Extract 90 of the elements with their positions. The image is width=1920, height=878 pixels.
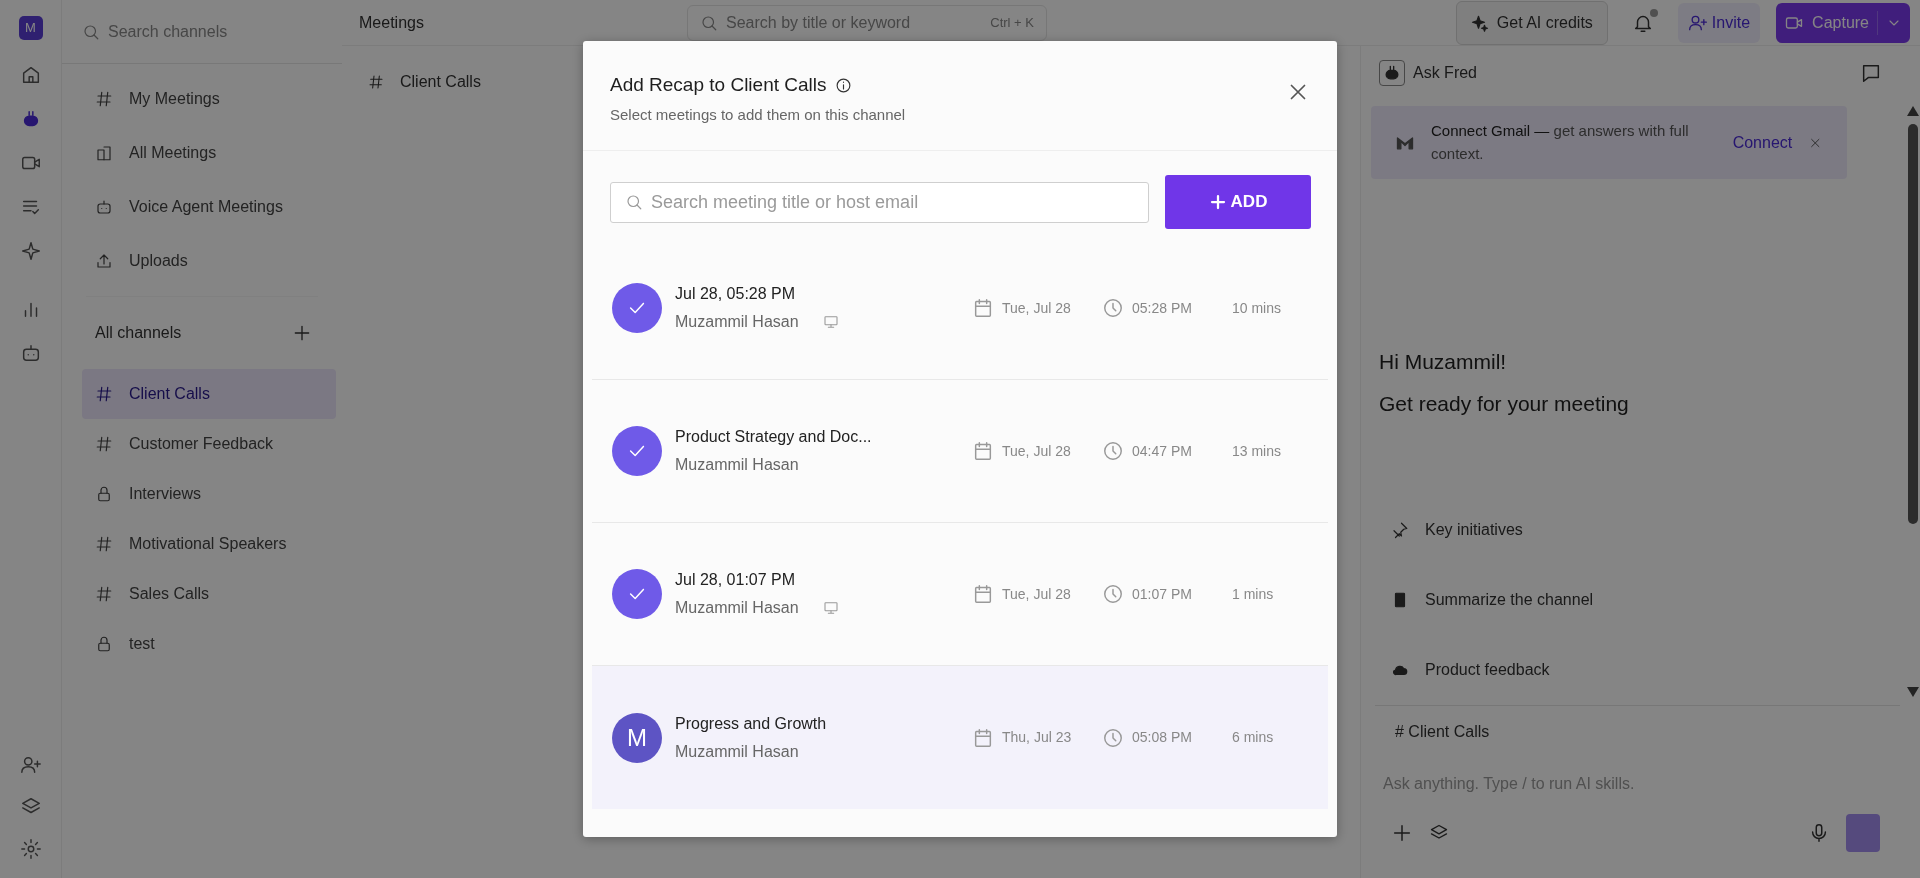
meeting-host: Muzammil Hasan bbox=[675, 455, 799, 475]
lock-icon bbox=[95, 485, 113, 503]
nav-item[interactable]: Voice Agent Meetings bbox=[62, 180, 342, 234]
add-icon[interactable] bbox=[1391, 822, 1413, 844]
bot-avatar-icon bbox=[1379, 60, 1405, 86]
channel-item[interactable]: Motivational Speakers bbox=[82, 519, 336, 569]
suggestion-item[interactable]: Key initiatives bbox=[1361, 495, 1907, 565]
add-icon[interactable] bbox=[292, 323, 312, 343]
meeting-duration: 13 mins bbox=[1232, 441, 1282, 461]
settings-icon[interactable] bbox=[19, 837, 42, 860]
search-icon bbox=[625, 193, 643, 211]
meeting-time: 01:07 PM bbox=[1132, 584, 1192, 604]
clock-icon bbox=[1102, 726, 1124, 749]
meeting-date: Tue, Jul 28 bbox=[1002, 584, 1071, 604]
hash-icon bbox=[95, 435, 113, 453]
meeting-date: Tue, Jul 28 bbox=[1002, 441, 1071, 461]
meeting-duration: 6 mins bbox=[1232, 728, 1274, 747]
clock-icon bbox=[1102, 297, 1124, 319]
hash-icon bbox=[95, 385, 113, 403]
scrollbar-thumb[interactable] bbox=[1908, 124, 1919, 524]
hash-icon bbox=[95, 585, 113, 603]
search-icon bbox=[82, 22, 100, 41]
upload-icon bbox=[95, 252, 113, 270]
nav-item[interactable]: Uploads bbox=[62, 234, 342, 288]
robot-icon bbox=[95, 198, 113, 216]
meeting-title: Progress and Growth bbox=[675, 713, 828, 734]
host-avatar[interactable]: M bbox=[612, 712, 662, 763]
chat-icon[interactable] bbox=[1860, 62, 1882, 84]
meeting-title: Jul 28, 01:07 PM bbox=[675, 570, 797, 590]
invite-button[interactable]: Invite bbox=[1677, 2, 1761, 43]
meeting-date: Thu, Jul 23 bbox=[1002, 728, 1072, 747]
meeting-title: Product Strategy and Doc... bbox=[675, 427, 873, 447]
clock-icon bbox=[1102, 440, 1124, 462]
meeting-search-field[interactable]: Search meeting title or host email bbox=[610, 181, 1149, 223]
meeting-host: Muzammil Hasan bbox=[675, 312, 799, 332]
channel-item[interactable]: Client Calls bbox=[82, 369, 336, 419]
scroll-down-icon[interactable] bbox=[1907, 687, 1920, 697]
suggestion-item[interactable]: Product feedback bbox=[1361, 635, 1907, 705]
banner-text: Connect Gmail — get answers with full context. bbox=[1431, 121, 1690, 164]
calendar-icon bbox=[972, 297, 994, 319]
channel-item[interactable]: Interviews bbox=[82, 469, 336, 519]
meeting-duration: 10 mins bbox=[1232, 298, 1282, 318]
hash-icon bbox=[95, 535, 113, 553]
add-button[interactable]: ADD bbox=[1165, 175, 1311, 229]
channel-item[interactable]: Sales Calls bbox=[82, 569, 336, 619]
greeting: Hi Muzammil! bbox=[1379, 349, 1508, 375]
meeting-title: Jul 28, 05:28 PM bbox=[675, 284, 797, 304]
checked-checkbox[interactable] bbox=[612, 283, 662, 333]
checked-checkbox[interactable] bbox=[612, 569, 662, 619]
sparkle-icon bbox=[1470, 13, 1489, 32]
sparkle-icon[interactable] bbox=[19, 240, 42, 262]
modal-subtitle: Select meetings to add them on this channel bbox=[610, 104, 906, 125]
section-header: All channels bbox=[95, 323, 182, 343]
calendar-icon bbox=[972, 583, 994, 605]
nav-item[interactable]: My Meetings bbox=[62, 72, 342, 126]
meeting-time: 04:47 PM bbox=[1132, 441, 1192, 461]
hash-icon bbox=[368, 74, 384, 90]
lock-icon bbox=[95, 635, 113, 653]
shortcut-hint: Ctrl + K bbox=[990, 13, 1034, 32]
meeting-date: Tue, Jul 28 bbox=[1002, 298, 1071, 318]
capture-button[interactable]: Capture bbox=[1776, 2, 1910, 43]
meeting-search-field[interactable]: Search by title or keyword Ctrl + K bbox=[687, 4, 1047, 41]
page-title: Meetings bbox=[358, 12, 425, 33]
suggestion-item[interactable]: Summarize the channel bbox=[1361, 565, 1907, 635]
connect-link[interactable]: Connect bbox=[1732, 130, 1793, 155]
channel-item[interactable]: test bbox=[82, 619, 336, 669]
user-avatar[interactable]: M bbox=[18, 16, 43, 40]
context-tag: # Client Calls bbox=[1395, 720, 1900, 744]
checked-checkbox[interactable] bbox=[612, 426, 662, 476]
greeting-subtitle: Get ready for your meeting bbox=[1379, 391, 1630, 417]
calendar-icon bbox=[972, 440, 994, 462]
meeting-time: 05:08 PM bbox=[1132, 728, 1192, 747]
hash-icon bbox=[95, 90, 113, 108]
meeting-duration: 1 mins bbox=[1232, 584, 1274, 604]
modal-title: Add Recap to Client Calls bbox=[610, 73, 827, 97]
info-icon bbox=[834, 76, 852, 94]
meeting-host: Muzammil Hasan bbox=[675, 741, 799, 762]
assistant-title: Ask Fred bbox=[1413, 63, 1477, 83]
search-icon bbox=[700, 13, 718, 32]
scroll-up-icon[interactable] bbox=[1907, 106, 1920, 116]
channel-search-field[interactable]: Search channels bbox=[62, 0, 342, 64]
clock-icon bbox=[1102, 583, 1124, 605]
get-credits-button[interactable]: Get AI credits bbox=[1455, 0, 1608, 45]
channel-item[interactable]: Customer Feedback bbox=[82, 419, 336, 469]
meeting-host: Muzammil Hasan bbox=[675, 598, 799, 618]
calendar-icon bbox=[972, 726, 994, 749]
building-icon bbox=[95, 144, 113, 162]
plus-icon bbox=[1208, 193, 1227, 211]
nav-item[interactable]: All Meetings bbox=[62, 126, 342, 180]
meeting-time: 05:28 PM bbox=[1132, 298, 1192, 318]
